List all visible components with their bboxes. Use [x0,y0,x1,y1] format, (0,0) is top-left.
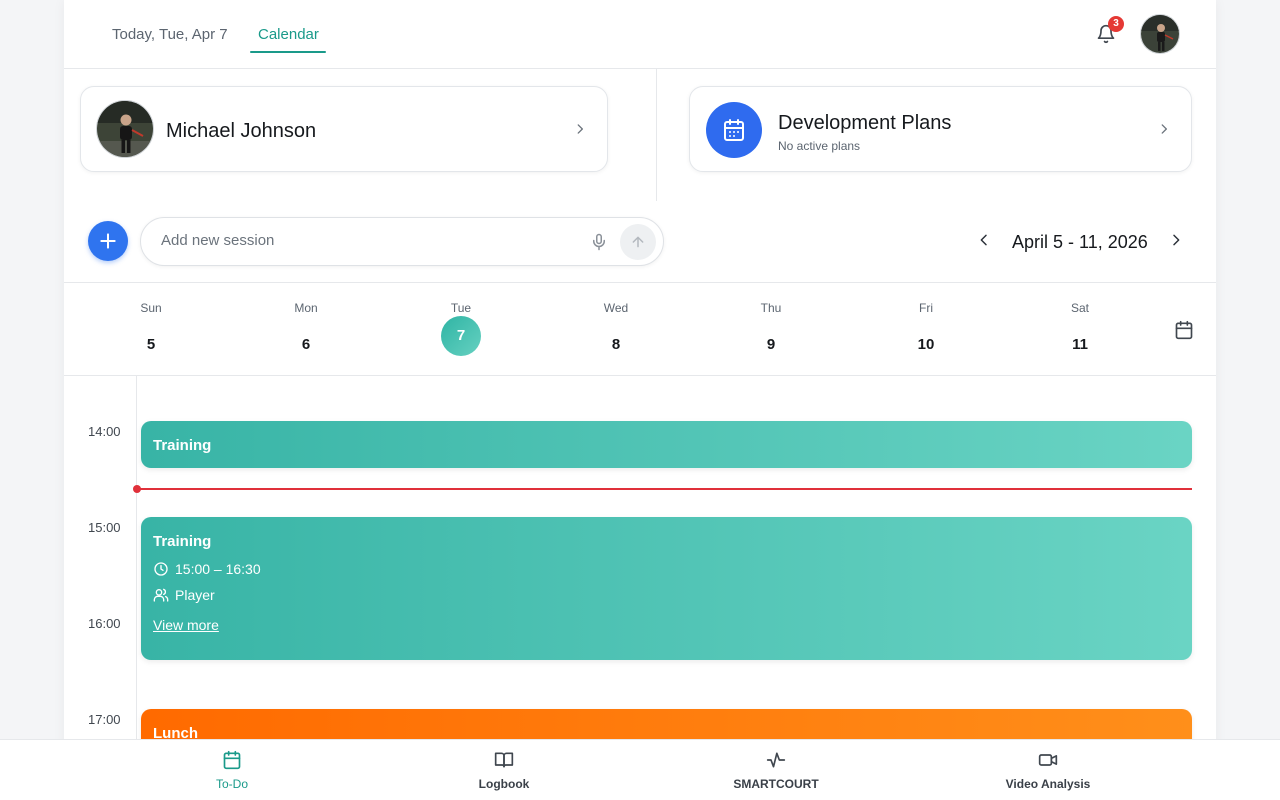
plans-title: Development Plans [778,112,952,134]
tab-calendar[interactable]: Calendar [258,26,319,43]
day-number: 5 [146,336,156,353]
calendar-icon[interactable] [1174,320,1194,340]
activity-icon [766,752,786,768]
event-training-1[interactable]: Training [141,421,1192,468]
day-thu[interactable]: Thu 9 [741,301,801,365]
nav-label: SMARTCOURT [733,777,819,791]
day-number-selected: 7 [441,316,481,356]
hour-label: 15:00 [88,520,121,535]
chevron-right-icon [577,124,583,134]
week-strip: Sun 5 Mon 6 Tue 7 Wed 8 Thu 9 Fri 10 Sat… [64,282,1216,376]
event-title: Training [153,533,212,550]
day-name: Sat [1070,301,1089,315]
current-time-dot [133,485,141,493]
nav-label: Video Analysis [1005,777,1091,791]
event-participants-row: Player [153,587,215,603]
nav-todo[interactable]: To-Do [152,740,312,800]
video-icon [1038,754,1058,766]
day-number: 8 [611,336,621,353]
user-avatar[interactable] [1140,14,1180,54]
player-card[interactable]: Michael Johnson [80,86,608,172]
day-fri[interactable]: Fri 10 [896,301,956,365]
send-button[interactable] [620,224,656,260]
top-bar: Today, Tue, Apr 7 Calendar 3 [64,0,1216,69]
chevron-right-icon[interactable] [1168,232,1184,248]
plans-subtitle: No active plans [778,139,861,153]
day-name: Sun [140,301,162,315]
day-number: 6 [301,336,311,353]
hour-label: 14:00 [88,424,121,439]
arrow-up-icon [632,236,644,248]
nav-label: Logbook [478,777,530,791]
development-plans-card[interactable]: Development Plans No active plans [689,86,1192,172]
column-divider [656,69,657,201]
tab-today[interactable]: Today, Tue, Apr 7 [112,26,228,43]
time-axis [136,376,137,800]
plus-icon [100,233,116,249]
day-wed[interactable]: Wed 8 [586,301,646,365]
session-input-wrapper [140,217,664,266]
day-name: Mon [294,301,318,315]
day-name: Wed [603,301,629,315]
day-name: Fri [919,301,933,315]
event-title: Training [153,437,212,454]
day-tue[interactable]: Tue 7 [431,301,491,356]
nav-label: To-Do [215,777,248,791]
nav-smartcourt[interactable]: SMARTCOURT [696,740,856,800]
hour-label: 16:00 [88,616,121,631]
day-number: 10 [917,336,935,353]
clock-icon [154,562,168,576]
day-timeline: 14:00 15:00 16:00 17:00 Training Trainin… [64,376,1216,800]
users-icon [153,588,169,602]
session-input[interactable] [161,232,581,249]
day-name: Thu [760,301,782,315]
active-tab-indicator [250,51,326,53]
day-number: 11 [1072,336,1088,353]
day-name: Tue [450,301,472,315]
event-time: 15:00 – 16:30 [175,561,261,577]
calendar-icon [223,750,241,770]
chevron-right-icon [1161,124,1167,134]
chevron-left-icon[interactable] [976,232,992,248]
day-mon[interactable]: Mon 6 [276,301,336,365]
nav-video-analysis[interactable]: Video Analysis [968,740,1128,800]
day-sat[interactable]: Sat 11 [1050,301,1110,365]
player-avatar [96,100,154,158]
notification-badge: 3 [1108,16,1124,32]
event-training-2[interactable]: Training 15:00 – 16:30 Player View more [141,517,1192,660]
day-number: 9 [766,336,776,353]
hour-label: 17:00 [88,712,121,727]
week-range: April 5 - 11, 2026 [1012,232,1148,252]
nav-logbook[interactable]: Logbook [424,740,584,800]
add-session-button[interactable] [88,221,128,261]
microphone-icon[interactable] [590,232,608,252]
app-window: Today, Tue, Apr 7 Calendar 3 Michael Joh… [64,0,1216,800]
day-sun[interactable]: Sun 5 [121,301,181,365]
event-participants: Player [175,587,215,603]
bottom-navigation: To-Do Logbook SMARTCOURT Video Analysis [0,739,1280,800]
calendar-icon [706,102,762,158]
book-icon [494,752,514,768]
view-more-link[interactable]: View more [153,617,219,633]
current-time-line [137,488,1192,490]
player-name: Michael Johnson [166,120,317,142]
event-time-row: 15:00 – 16:30 [153,561,261,577]
